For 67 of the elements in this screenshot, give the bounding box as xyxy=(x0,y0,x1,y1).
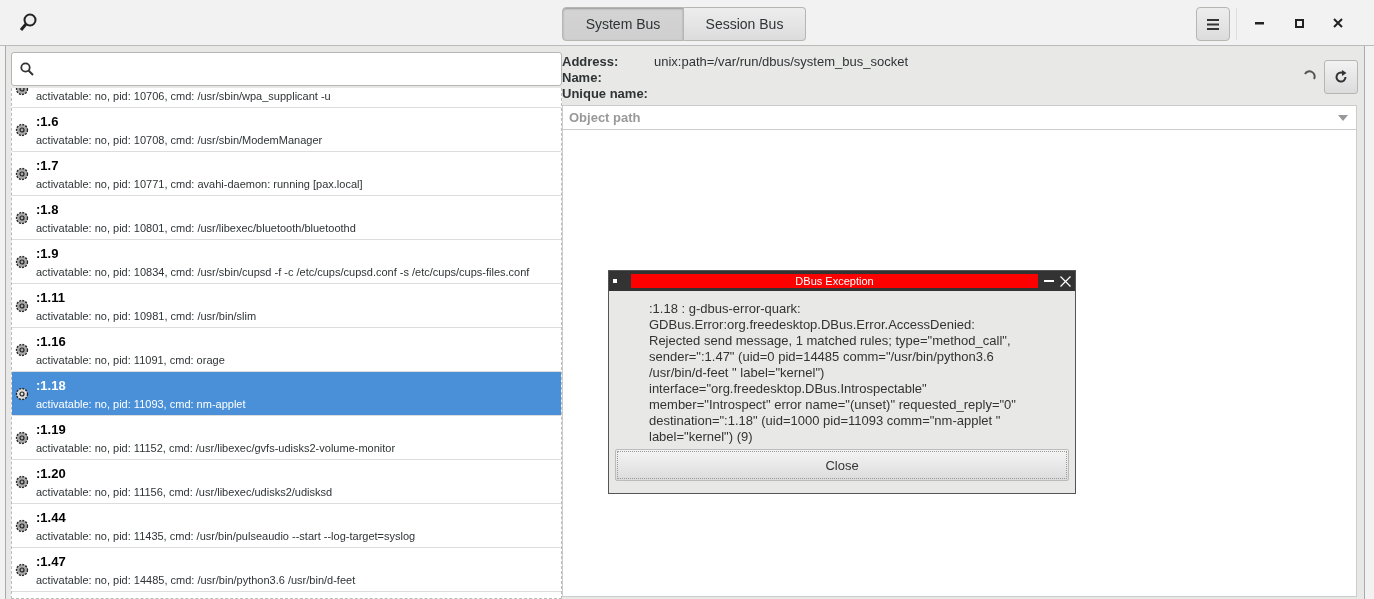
bus-tab[interactable]: System Bus xyxy=(562,7,684,41)
bus-name: :1.8 xyxy=(36,201,60,217)
close-icon[interactable] xyxy=(1060,275,1071,287)
object-path-placeholder: Object path xyxy=(569,110,641,125)
bus-name: :1.44 xyxy=(36,509,67,525)
maximize-icon xyxy=(1294,18,1304,28)
close-icon xyxy=(1333,18,1343,28)
info-label: Name: xyxy=(562,70,603,86)
bus-list-item[interactable]: :1.47 activatable: no, pid: 14485, cmd: /usr/bin/python3.6 /usr/bin/d-feet xyxy=(12,548,561,592)
bus-name: :1.6 xyxy=(36,113,60,129)
bus-name: :1.11 xyxy=(36,289,66,305)
gear-icon xyxy=(15,518,29,533)
search-field[interactable] xyxy=(11,52,562,86)
bus-name: :1.47 xyxy=(36,553,67,569)
search-icon xyxy=(20,62,34,76)
gear-icon xyxy=(15,122,29,137)
bus-details: activatable: no, pid: 10834, cmd: /usr/sbin/cupsd -f -c /etc/cups/cupsd.conf -s /etc/cups/cups-files.conf xyxy=(36,265,530,278)
bus-name: :1.20 xyxy=(36,465,67,481)
bus-list-item[interactable]: :1.44 activatable: no, pid: 11435, cmd: /usr/bin/pulseaudio --start --log-target=syslog xyxy=(12,504,561,548)
minimize-icon xyxy=(1254,21,1264,25)
bus-list-item[interactable]: :1.8 activatable: no, pid: 10801, cmd: /usr/libexec/bluetooth/bluetoothd xyxy=(12,196,561,240)
refresh-icon xyxy=(1334,70,1348,84)
magnifier-icon xyxy=(19,13,38,32)
bus-details: activatable: no, pid: 11093, cmd: nm-applet xyxy=(36,397,246,410)
bus-list-item[interactable]: :1.11 activatable: no, pid: 10981, cmd: /usr/bin/slim xyxy=(12,284,561,328)
bus-name: :1.18 xyxy=(36,377,67,393)
bus-details: activatable: no, pid: 14485, cmd: /usr/bin/python3.6 /usr/bin/d-feet xyxy=(36,573,356,586)
gear-icon xyxy=(15,386,29,401)
info-label: Address: xyxy=(562,54,620,70)
info-value: unix:path=/var/run/dbus/system_bus_socket xyxy=(654,54,909,70)
bus-details: activatable: no, pid: 11435, cmd: /usr/bin/pulseaudio --start --log-target=syslog xyxy=(36,529,416,542)
dialog-title: DBus Exception xyxy=(631,274,1038,288)
bus-details: activatable: no, pid: 10706, cmd: /usr/sbin/wpa_supplicant -u xyxy=(36,90,331,102)
bus-name: :1.7 xyxy=(36,157,60,173)
gear-icon xyxy=(15,166,29,181)
error-message: :1.18 : g-dbus-error-quark: GDBus.Error:org.freedesktop.DBus.Error.AccessDenied: Rejected send message, 1 matched rules; type="method_call", sender=":1.47" (uid=0 pid=14485 comm="/usr/bin/python3.6 /usr/bin/d-feet " label="kernel") interface="org.freedesktop.DBus.Introspectable" member="Introspect" error name="(unset)" requested_reply="0" destination=":1.18" (uid=1000 pid=11093 comm="nm-applet " label="kernel") (9) xyxy=(648,300,1017,446)
bus-list-item[interactable]: :1.20 activatable: no, pid: 11156, cmd: /usr/libexec/udisks2/udisksd xyxy=(12,460,561,504)
menu-button[interactable] xyxy=(1196,7,1230,41)
bus-name: :1.19 xyxy=(36,421,67,437)
menu-icon xyxy=(1207,18,1219,30)
bus-list-item[interactable]: :1.19 activatable: no, pid: 11152, cmd: /usr/libexec/gvfs-udisks2-volume-monitor xyxy=(12,416,561,460)
gear-icon xyxy=(15,430,29,445)
dropdown-arrow-icon xyxy=(1338,114,1348,121)
gear-icon xyxy=(15,210,29,225)
bus-details: activatable: no, pid: 10708, cmd: /usr/sbin/ModemManager xyxy=(36,133,323,146)
gear-icon xyxy=(15,562,29,577)
gear-icon xyxy=(15,254,29,269)
gear-icon xyxy=(15,298,29,313)
bus-list-item[interactable]: :1.9 activatable: no, pid: 10834, cmd: /usr/sbin/cupsd -f -c /etc/cups/cupsd.conf -s /etc/cups/cups-files.conf xyxy=(12,240,561,284)
bus-details: activatable: no, pid: 10771, cmd: avahi-daemon: running [pax.local] xyxy=(36,177,363,190)
bus-tab[interactable]: Session Bus xyxy=(684,7,806,41)
bus-list-item[interactable]: activatable: no, pid: 10706, cmd: /usr/sbin/wpa_supplicant -u xyxy=(12,88,561,108)
bus-name: :1.9 xyxy=(36,245,60,261)
minimize-icon[interactable] xyxy=(1044,279,1054,283)
bus-details: activatable: no, pid: 11091, cmd: orage xyxy=(36,353,225,366)
dialog-close-button[interactable]: Close xyxy=(615,449,1069,481)
bus-details: activatable: no, pid: 10981, cmd: /usr/bin/slim xyxy=(36,309,257,322)
bus-list-item[interactable]: :1.6 activatable: no, pid: 10708, cmd: /usr/sbin/ModemManager xyxy=(12,108,561,152)
gear-icon xyxy=(15,342,29,357)
bus-details: activatable: no, pid: 11156, cmd: /usr/libexec/udisks2/udisksd xyxy=(36,485,333,498)
gear-icon xyxy=(15,474,29,489)
bus-details: activatable: no, pid: 10801, cmd: /usr/libexec/bluetooth/bluetoothd xyxy=(36,221,356,234)
bus-list-item[interactable]: :1.7 activatable: no, pid: 10771, cmd: avahi-daemon: running [pax.local] xyxy=(12,152,561,196)
info-label: Unique name: xyxy=(562,86,649,102)
bus-name: :1.16 xyxy=(36,333,67,349)
bus-details: activatable: no, pid: 11152, cmd: /usr/libexec/gvfs-udisks2-volume-monitor xyxy=(36,441,396,454)
refresh-button[interactable] xyxy=(1324,60,1358,94)
